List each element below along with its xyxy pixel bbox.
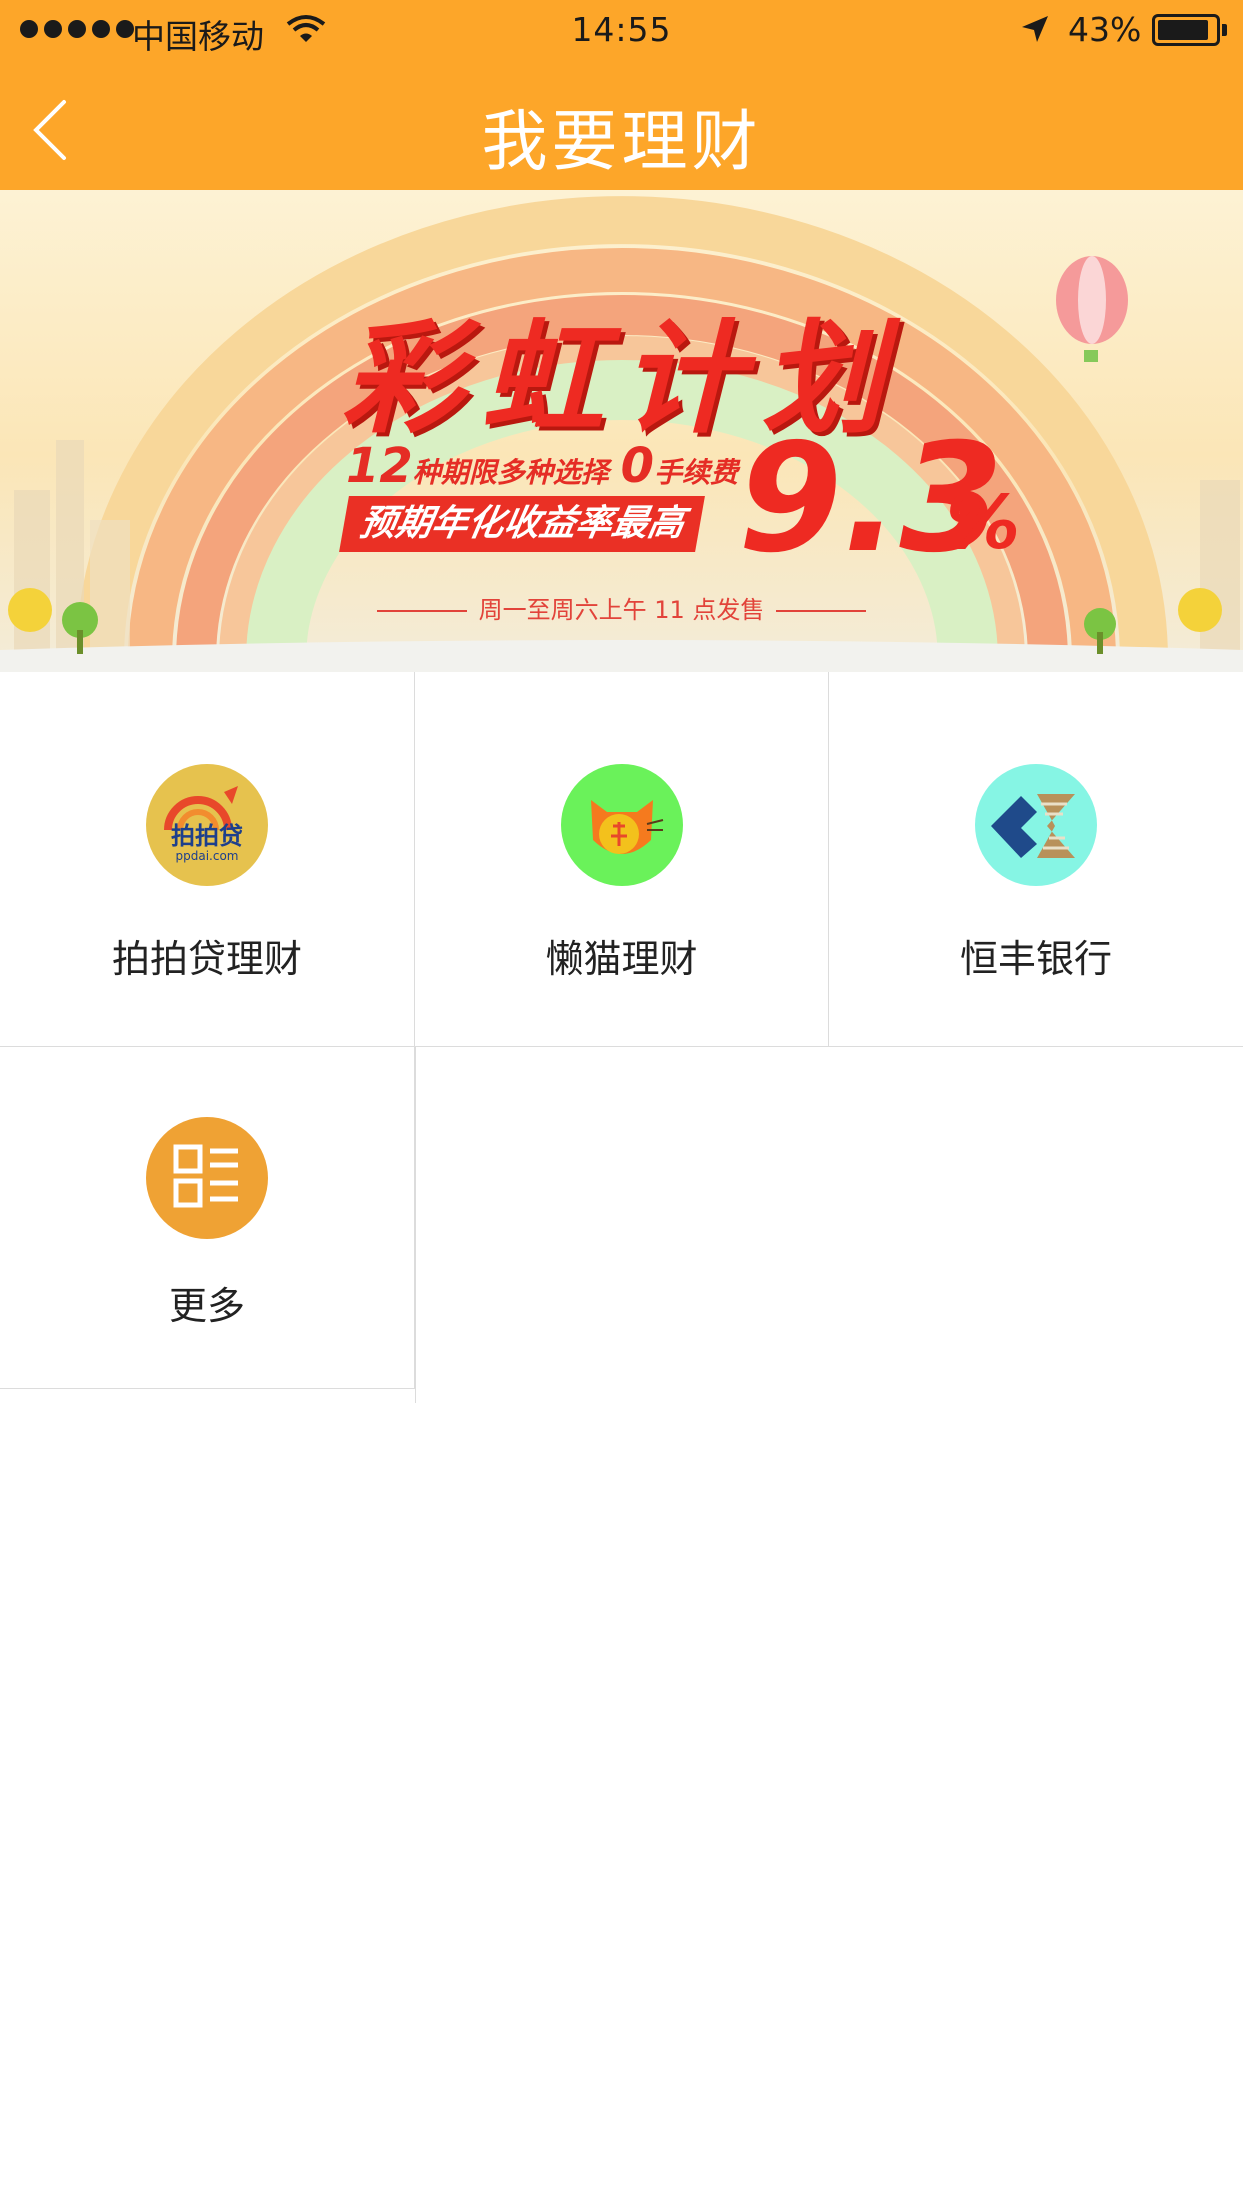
location-arrow-icon [1022, 16, 1048, 42]
banner-fee-count: 0 [620, 438, 655, 494]
ppdai-logo-icon: 拍拍贷 ppdai.com [146, 764, 268, 886]
banner-rate-unit: % [946, 480, 1021, 566]
battery-tip [1222, 24, 1227, 36]
battery-icon [1152, 14, 1220, 46]
product-item-more[interactable]: 更多 [0, 1047, 415, 1389]
more-grid-icon [146, 1117, 268, 1239]
product-label: 恒丰银行 [959, 937, 1112, 981]
banner-term-count: 12 [346, 438, 413, 494]
product-item-lazycat[interactable]: 懒猫理财 [415, 672, 829, 1047]
banner-title: 彩虹计划 [341, 308, 902, 450]
grid-divider [415, 1047, 416, 1403]
product-item-ppdai[interactable]: 拍拍贷 ppdai.com 拍拍贷理财 [0, 672, 415, 1047]
hengfeng-bank-icon [975, 764, 1097, 886]
ppdai-logo-text: 拍拍贷 [171, 822, 243, 850]
product-label: 懒猫理财 [545, 937, 698, 981]
status-bar: 中国移动 14:55 43% [0, 0, 1243, 62]
product-label: 拍拍贷理财 [111, 937, 302, 981]
product-item-hengfeng[interactable]: 恒丰银行 [829, 672, 1243, 1047]
lazy-cat-icon [560, 764, 683, 886]
battery-level [1158, 20, 1208, 40]
status-time: 14:55 [571, 10, 672, 49]
page-title: 我要理财 [481, 103, 762, 180]
top-bar: 中国移动 14:55 43% 我要理财 [0, 0, 1243, 190]
banner-tag: 预期年化收益率最高 [339, 496, 705, 552]
banner-fee-text: 手续费 [654, 456, 739, 489]
promo-banner[interactable]: 彩虹计划 12种期限多种选择 0手续费 预期年化收益率最高 9.3 % 周一至周… [0, 190, 1243, 672]
banner-subtitle: 12种期限多种选择 0手续费 [346, 438, 738, 494]
battery-percent: 43% [1068, 10, 1142, 49]
ppdai-logo-subtext: ppdai.com [176, 849, 239, 863]
product-label: 更多 [168, 1284, 245, 1328]
banner-term-text: 种期限多种选择 [412, 456, 609, 489]
banner-schedule: 周一至周六上午 11 点发售 [0, 590, 1243, 625]
